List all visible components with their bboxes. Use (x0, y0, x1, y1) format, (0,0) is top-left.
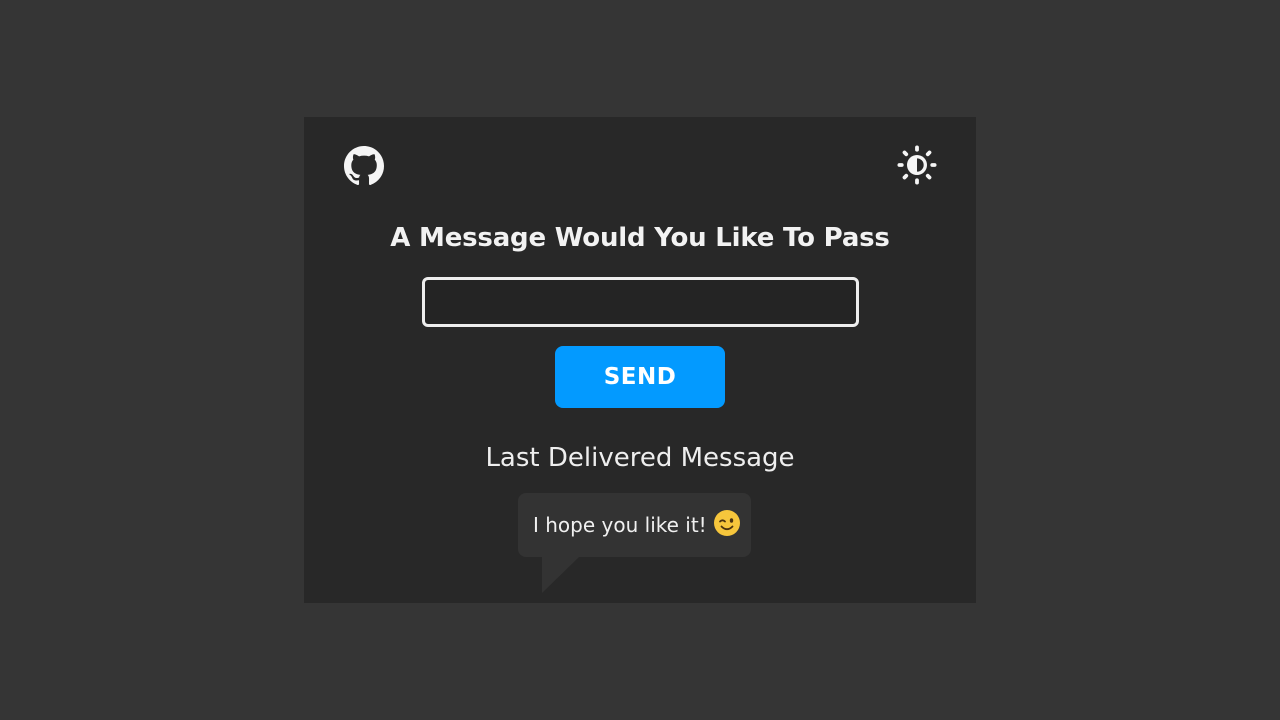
brightness-contrast-icon (897, 145, 937, 185)
message-bubble-tail (542, 557, 579, 593)
theme-toggle-button[interactable] (897, 145, 937, 185)
send-button[interactable]: SEND (555, 346, 725, 408)
delivered-message-text: I hope you like it! (533, 513, 707, 537)
message-card: A Message Would You Like To Pass SEND La… (304, 117, 976, 603)
message-bubble: I hope you like it! (518, 493, 751, 557)
message-input[interactable] (422, 277, 859, 327)
github-link[interactable] (344, 146, 384, 186)
page-title: A Message Would You Like To Pass (390, 223, 890, 253)
last-delivered-heading: Last Delivered Message (485, 443, 795, 473)
winking-face-icon (713, 509, 741, 542)
github-icon (344, 146, 384, 186)
